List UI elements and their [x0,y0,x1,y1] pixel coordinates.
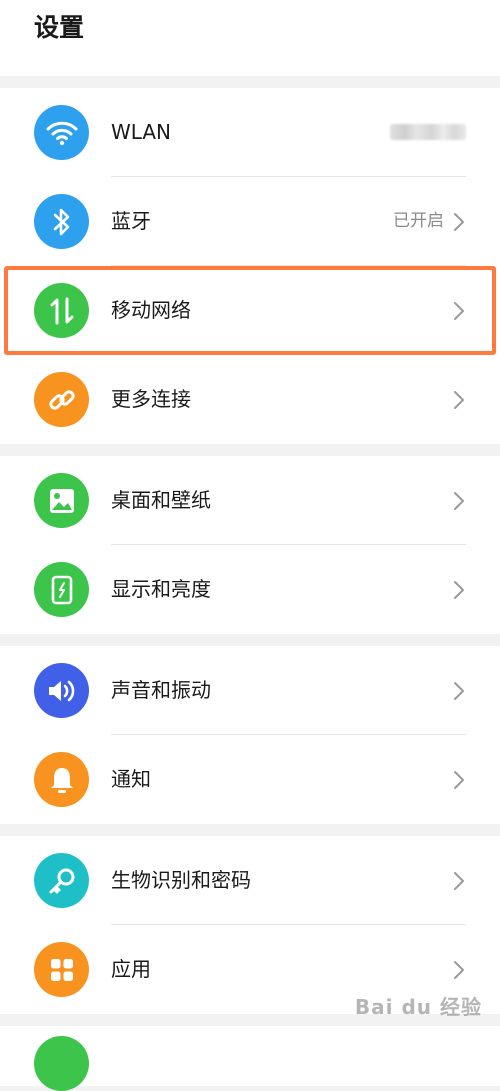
settings-item-more-connections[interactable]: 更多连接 [0,355,500,444]
group-security-apps: 生物识别和密码 应用 [0,836,500,1014]
chevron-right-icon [454,682,464,700]
settings-item-notifications[interactable]: 通知 [0,735,500,824]
settings-item-label: 显示和亮度 [111,577,211,601]
chevron-right-icon [454,302,464,320]
mobile-data-icon [34,283,89,338]
settings-item-label: 蓝牙 [111,209,151,233]
settings-item-display-brightness[interactable]: 显示和亮度 [0,545,500,634]
chevron-right-icon [454,492,464,510]
settings-item-sound-vibration[interactable]: 声音和振动 [0,646,500,735]
wallpaper-icon [34,473,89,528]
bell-icon [34,752,89,807]
chevron-right-icon [454,581,464,599]
wifi-icon [34,105,89,160]
settings-item-label: 移动网络 [111,298,191,322]
group-connectivity: WLAN 蓝牙 已开启 移动网络 更多连接 [0,88,500,444]
wlan-network-name-redacted [390,124,466,140]
settings-item-label: WLAN [111,120,172,144]
key-icon [34,853,89,908]
settings-item-wlan[interactable]: WLAN [0,88,500,177]
settings-item-label: 生物识别和密码 [111,868,251,892]
settings-item-label: 通知 [111,767,151,791]
page-title: 设置 [34,13,85,42]
baidu-jingyan-watermark: Bai du 经验 [355,991,482,1020]
settings-item-biometrics-password[interactable]: 生物识别和密码 [0,836,500,925]
apps-icon [34,942,89,997]
settings-item-label: 应用 [111,957,151,981]
settings-item-bluetooth[interactable]: 蓝牙 已开启 [0,177,500,266]
chevron-right-icon [454,213,464,231]
chevron-right-icon [454,961,464,979]
sound-icon [34,663,89,718]
display-icon [34,562,89,617]
bluetooth-status-value: 已开启 [393,211,444,231]
link-icon [34,372,89,427]
chevron-right-icon [454,872,464,890]
settings-item-partial[interactable] [0,1026,500,1091]
group-display: 桌面和壁纸 显示和亮度 [0,456,500,634]
group-sound-notifications: 声音和振动 通知 [0,646,500,824]
settings-item-mobile-network[interactable]: 移动网络 [0,266,500,355]
chevron-right-icon [454,391,464,409]
settings-item-label: 更多连接 [111,387,191,411]
watermark-text: Bai du 经验 [354,995,482,1019]
partial-green-icon [34,1036,89,1091]
settings-item-label: 桌面和壁纸 [111,488,211,512]
header: 设置 [0,0,500,76]
settings-item-home-wallpaper[interactable]: 桌面和壁纸 [0,456,500,545]
settings-item-label: 声音和振动 [111,678,211,702]
bluetooth-icon [34,194,89,249]
chevron-right-icon [454,771,464,789]
